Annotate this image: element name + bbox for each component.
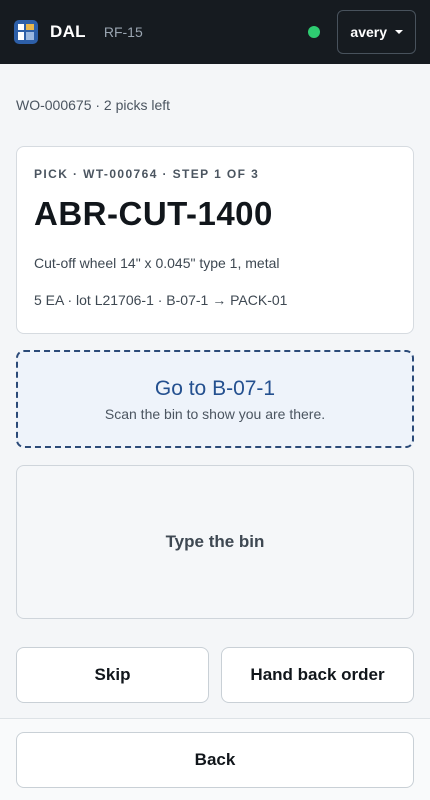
pick-step-label: PICK · WT-000764 · STEP 1 OF 3 xyxy=(34,167,260,181)
order-breadcrumb: WO-000675 · 2 picks left xyxy=(16,97,171,113)
user-name: avery xyxy=(350,24,387,40)
bin-entry-prompt: Type the bin xyxy=(165,532,265,551)
bin-entry-input[interactable]: Type the bin xyxy=(16,465,414,619)
pick-details: 5 EA · lot L21706-1 · B-07-1 → PACK-01 xyxy=(34,292,288,308)
connection-status-icon xyxy=(308,26,321,38)
back-button[interactable]: Back xyxy=(16,732,414,788)
item-description: Cut-off wheel 14" x 0.045" type 1, metal xyxy=(34,255,280,271)
pick-card: PICK · WT-000764 · STEP 1 OF 3 ABR-CUT-1… xyxy=(16,146,414,334)
go-to-bin-instructions: Scan the bin to show you are there. xyxy=(104,405,326,422)
go-to-bin-panel: Go to B-07-1 Scan the bin to show you ar… xyxy=(16,350,414,448)
skip-button[interactable]: Skip xyxy=(16,647,209,703)
go-to-bin-title: Go to B-07-1 xyxy=(154,376,276,400)
user-menu-button[interactable]: avery xyxy=(337,10,416,54)
brand-name: DAL xyxy=(50,22,86,41)
device-id: RF-15 xyxy=(103,24,143,40)
item-sku: ABR-CUT-1400 xyxy=(34,195,273,232)
hand-back-order-button[interactable]: Hand back order xyxy=(221,647,414,703)
chevron-down-icon xyxy=(395,30,403,34)
top-bar: DAL RF-15 avery xyxy=(0,0,430,64)
app-logo-icon xyxy=(14,20,38,44)
